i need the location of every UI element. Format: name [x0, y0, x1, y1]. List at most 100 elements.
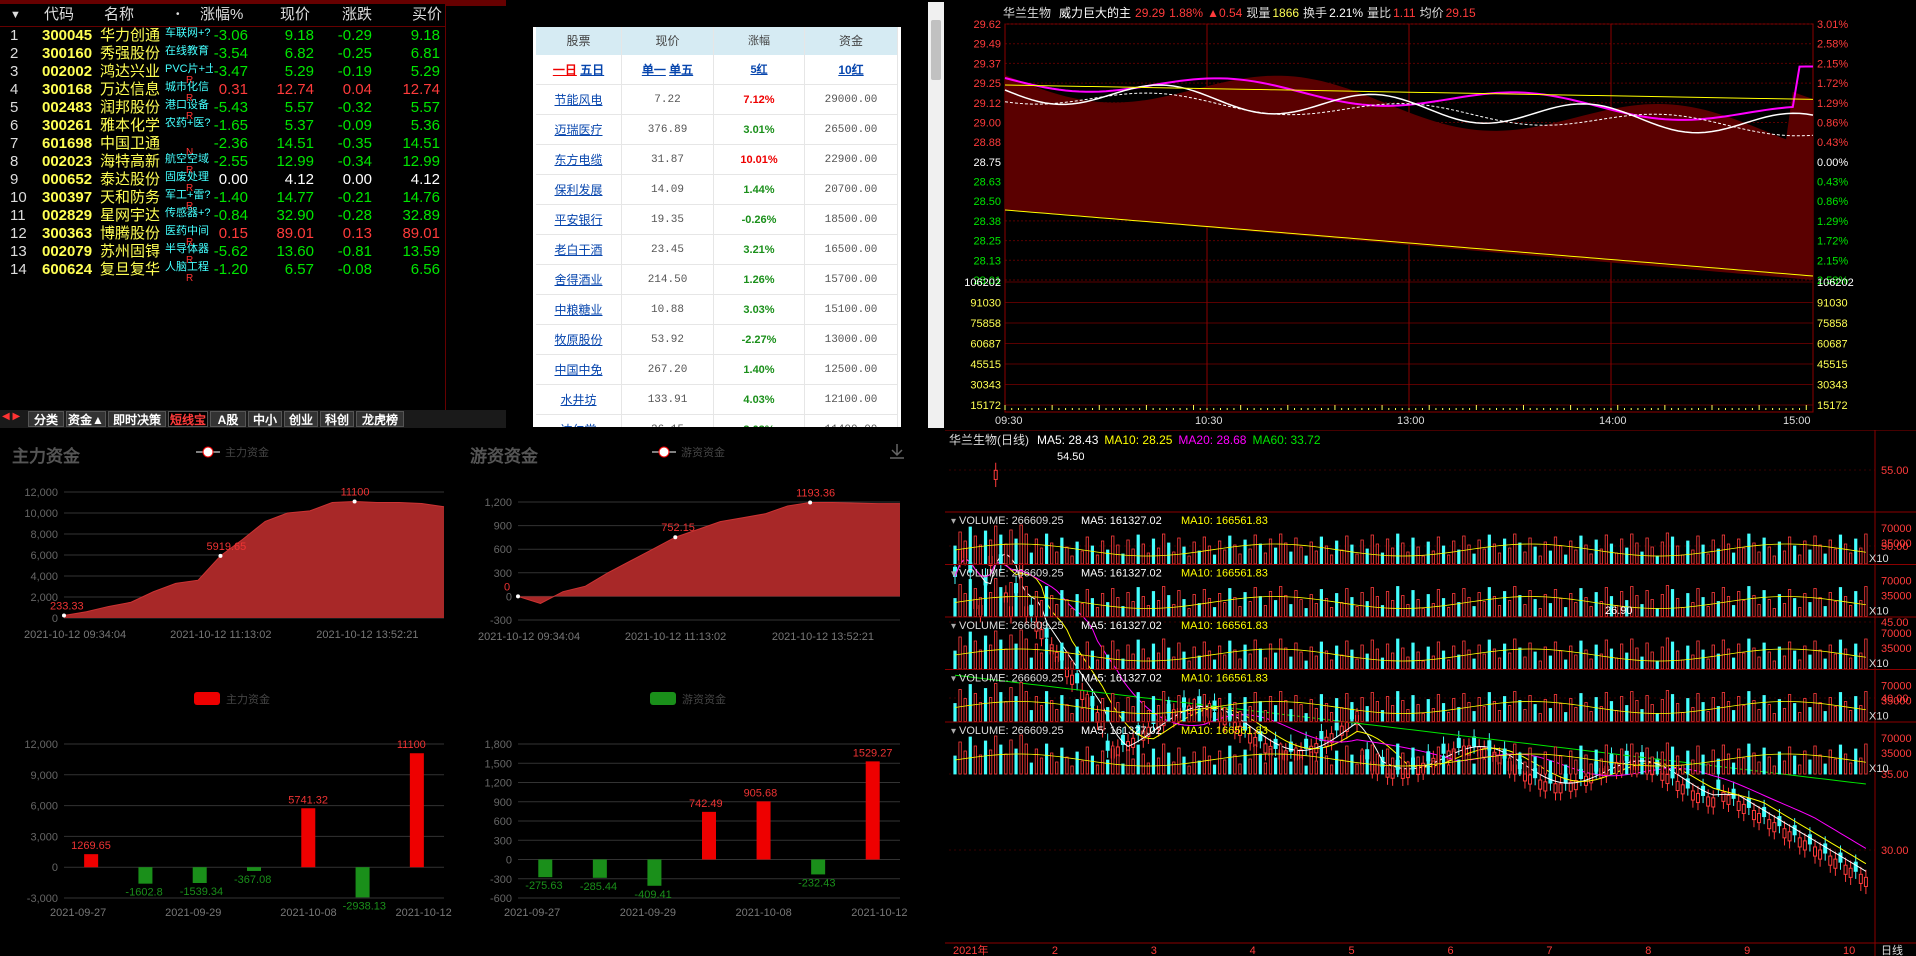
filter-red5[interactable]: 5红 — [714, 55, 805, 85]
vol-bar — [1039, 757, 1044, 775]
board-stock-link[interactable]: 水井坊 — [536, 385, 622, 415]
tab-8[interactable]: 龙虎榜 — [356, 411, 404, 427]
quote-row[interactable]: 5 002483 润邦股份 港口设备 R -5.43 5.57 -0.32 5.… — [0, 99, 445, 122]
board-stock-link[interactable]: 东方电缆 — [536, 145, 622, 175]
col-price[interactable]: 现价 — [280, 4, 310, 26]
filter-1day[interactable]: 一日 — [553, 63, 577, 77]
dropdown-icon[interactable]: ▼ — [10, 4, 21, 26]
col-change-pct[interactable]: 涨幅% — [200, 4, 243, 26]
vol-bar — [1238, 711, 1242, 722]
board-row[interactable]: 中国中免 267.20 1.40% 12500.00 — [536, 355, 898, 385]
tab-6[interactable]: 创业 — [284, 411, 318, 427]
vol-bar — [999, 534, 1003, 565]
board-row[interactable]: 保利发展 14.09 1.44% 20700.00 — [536, 175, 898, 205]
tab-1[interactable]: 资金▲ — [66, 411, 106, 427]
quote-row[interactable]: 12 300363 博腾股份 医药中间 R 0.15 89.01 0.13 89… — [0, 225, 445, 248]
quote-row[interactable]: 3 002002 鸿达兴业 PVC片+土 R -3.47 5.29 -0.19 … — [0, 63, 445, 86]
vol-bar — [1197, 760, 1201, 775]
board-stock-link[interactable]: 牧原股份 — [536, 325, 622, 355]
vol-bar — [1248, 758, 1252, 775]
board-stock-link[interactable]: 达仁堂 — [536, 415, 622, 427]
tab-5[interactable]: 中小 — [248, 411, 282, 427]
quote-row[interactable]: 10 300397 天和防务 军工+雷? R -1.40 14.77 -0.21… — [0, 189, 445, 212]
board-row[interactable]: 迈瑞医疗 376.89 3.01% 26500.00 — [536, 115, 898, 145]
board-stock-link[interactable]: 迈瑞医疗 — [536, 115, 622, 145]
board-row[interactable]: 牧原股份 53.92 -2.27% 13000.00 — [536, 325, 898, 355]
quote-row[interactable]: 13 002079 苏州固锝 半导体器 R -5.62 13.60 -0.81 … — [0, 243, 445, 266]
board-stock-link[interactable]: 保利发展 — [536, 175, 622, 205]
vol-bar — [1070, 765, 1074, 775]
board-row[interactable]: 水井坊 133.91 4.03% 12100.00 — [536, 385, 898, 415]
board-price: 7.22 — [622, 85, 714, 115]
vol-bar — [1029, 552, 1033, 565]
quote-row[interactable]: 9 000652 泰达股份 固废处理 R 0.00 4.12 0.00 4.12 — [0, 171, 445, 194]
vol-bar — [1070, 608, 1074, 617]
vol-bar — [1039, 705, 1044, 722]
tab-prev-icon[interactable]: ◀ ▶ — [2, 411, 20, 422]
tab-2[interactable]: 即时决策 — [108, 411, 166, 427]
board-stock-link[interactable]: 节能风电 — [536, 85, 622, 115]
vol-bar — [1340, 707, 1344, 722]
tab-7[interactable]: 科创 — [320, 411, 354, 427]
quote-row[interactable]: 4 300168 万达信息 城市化信 R 0.31 12.74 0.04 12.… — [0, 81, 445, 104]
quote-row[interactable]: 6 300261 雅本化学 农药+医? -1.65 5.37 -0.09 5.3… — [0, 117, 445, 135]
tab-3[interactable]: 短线宝 — [168, 411, 208, 427]
hot-fund-legend[interactable]: 游资资金 — [652, 445, 725, 459]
quote-row[interactable]: 11 002829 星网宇达 传感器+? -0.84 32.90 -0.28 3… — [0, 207, 445, 225]
filter-single1[interactable]: 单一 — [642, 63, 666, 77]
main-fund-legend[interactable]: 主力资金 — [196, 445, 269, 459]
tab-4[interactable]: A股 — [210, 411, 246, 427]
tab-0[interactable]: 分类▲ — [28, 411, 64, 427]
col-name[interactable]: 名称 — [104, 4, 134, 26]
row-no: 7 — [10, 135, 19, 152]
quote-row[interactable]: 14 600624 复旦复华 人脑工程 R -1.20 6.57 -0.08 6… — [0, 261, 445, 284]
main-bar-legend[interactable]: 主力资金 — [194, 692, 270, 706]
col-diff[interactable]: 涨跌 — [342, 4, 372, 26]
main-bar-legend-text: 主力资金 — [226, 692, 270, 706]
vol-bar — [1309, 751, 1313, 775]
quote-row[interactable]: 2 300160 秀强股份 在线教育 -3.54 6.82 -0.25 6.81 — [0, 45, 445, 63]
vol-bar — [1121, 763, 1125, 775]
board-stock-link[interactable]: 中国中免 — [536, 355, 622, 385]
vol-bar — [1630, 533, 1634, 565]
board-row[interactable]: 舍得酒业 214.50 1.26% 15700.00 — [536, 265, 898, 295]
vol-bar — [1263, 710, 1268, 722]
change-pct: 0.31 — [218, 81, 248, 98]
col-code[interactable]: 代码 — [44, 4, 74, 26]
vol-bar — [1335, 593, 1339, 617]
board-fund: 11400.00 — [805, 415, 898, 427]
price-tick: 29.62 — [973, 19, 1001, 31]
vol-bar — [1854, 538, 1858, 565]
board-row[interactable]: 老白干酒 23.45 3.21% 16500.00 — [536, 235, 898, 265]
vol-bar — [1411, 695, 1415, 722]
vol-bar — [1299, 704, 1303, 722]
board-row[interactable]: 节能风电 7.22 7.12% 29000.00 — [536, 85, 898, 115]
board-stock-link[interactable]: 平安银行 — [536, 205, 622, 235]
board-stock-link[interactable]: 中粮糖业 — [536, 295, 622, 325]
quote-row[interactable]: 8 002023 海特高新 航空空域 R -2.55 12.99 -0.34 1… — [0, 153, 445, 176]
hot-bar-legend[interactable]: 游资资金 — [650, 692, 726, 706]
board-row[interactable]: 中粮糖业 10.88 3.03% 15100.00 — [536, 295, 898, 325]
vol-bar — [1762, 642, 1766, 670]
board-stock-link[interactable]: 老白干酒 — [536, 235, 622, 265]
quote-row[interactable]: 7 601698 中国卫通 N -2.36 14.51 -0.35 14.51 — [0, 135, 445, 158]
board-row[interactable]: 达仁堂 36.15 3.03% 11400.00 — [536, 415, 898, 427]
row-no: 8 — [10, 153, 19, 170]
board-row[interactable]: 平安银行 19.35 -0.26% 18500.00 — [536, 205, 898, 235]
vol-bar — [1477, 539, 1481, 565]
vol-bar — [1212, 712, 1217, 722]
col-bid[interactable]: 买价 — [412, 4, 442, 26]
scrollbar-thumb[interactable] — [931, 20, 941, 80]
quote-row[interactable]: 1 300045 华力创通 车联网+? -3.06 9.18 -0.29 9.1… — [0, 27, 445, 45]
board-stock-link[interactable]: 舍得酒业 — [536, 265, 622, 295]
hot-bar-legend-text: 游资资金 — [682, 692, 726, 706]
candle-body — [1573, 780, 1578, 791]
candle-body — [1538, 779, 1543, 790]
filter-single5[interactable]: 单五 — [669, 63, 693, 77]
board-row[interactable]: 东方电缆 31.87 10.01% 22900.00 — [536, 145, 898, 175]
board-scrollbar[interactable] — [928, 2, 944, 428]
filter-red10[interactable]: 10红 — [805, 55, 898, 85]
vol-bar — [1172, 709, 1176, 722]
filter-5day[interactable]: 五日 — [580, 63, 604, 77]
vol-bar — [1045, 691, 1049, 722]
